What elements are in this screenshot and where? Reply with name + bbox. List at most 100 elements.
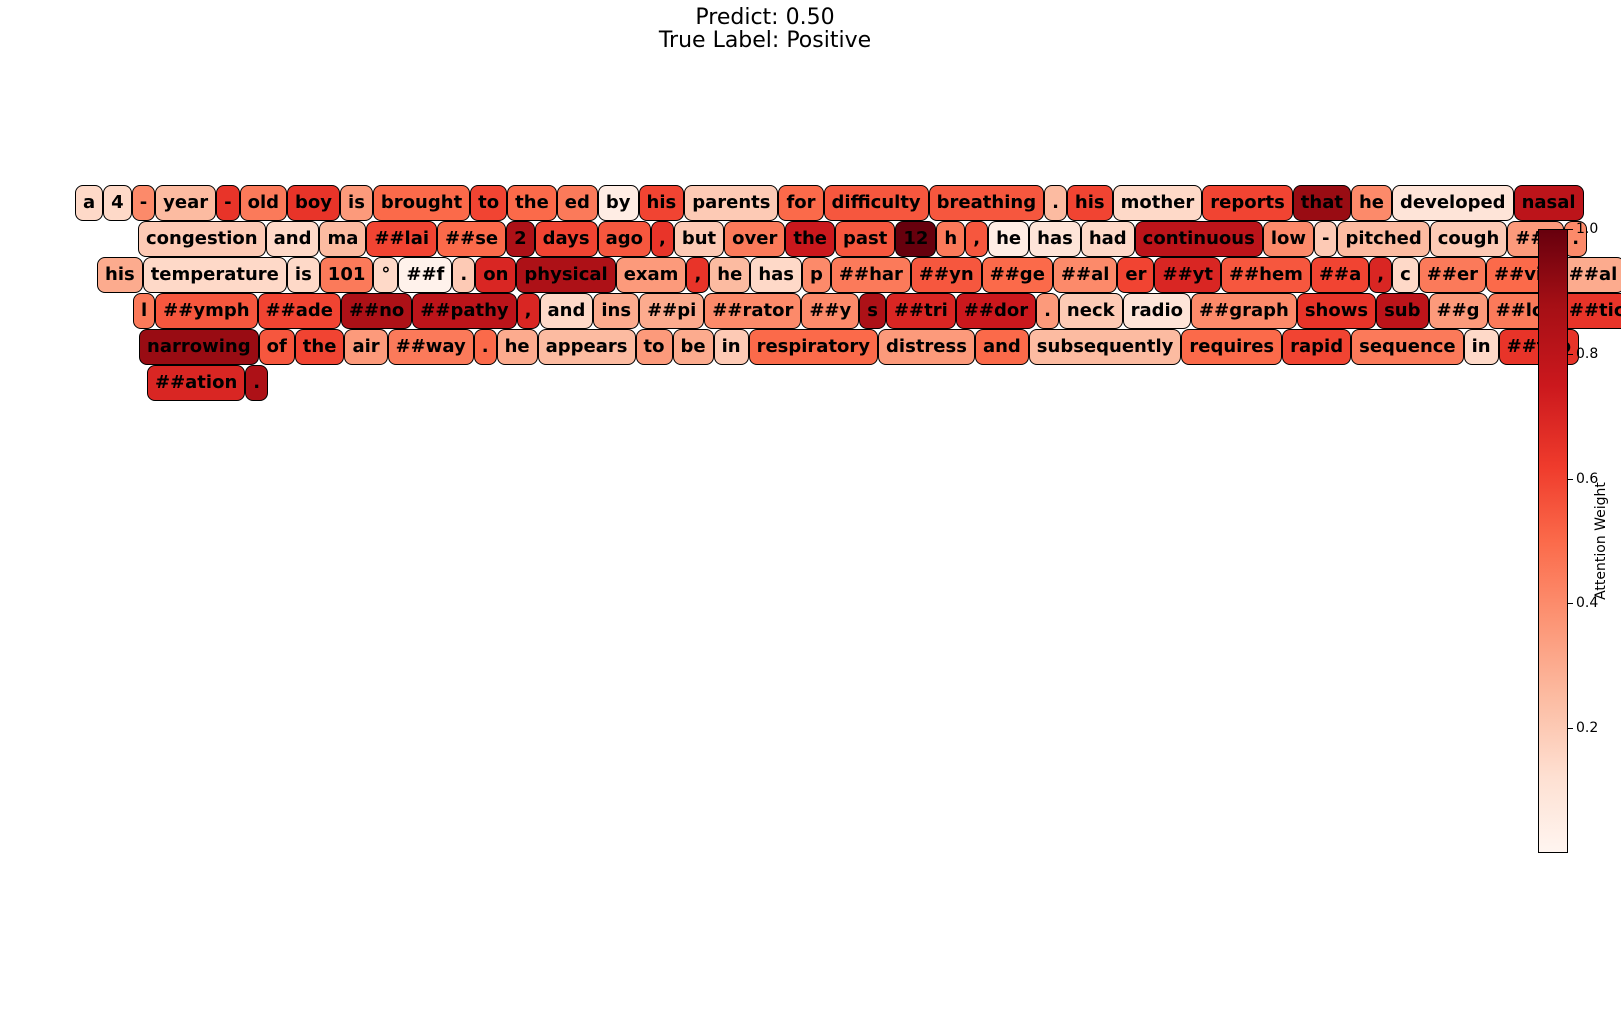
attention-token: p bbox=[802, 257, 831, 293]
attention-token: ##hem bbox=[1221, 257, 1311, 293]
attention-token: exam bbox=[615, 257, 687, 293]
attention-token: to bbox=[635, 329, 673, 365]
attention-token: be bbox=[672, 329, 714, 365]
colorbar-tick bbox=[1568, 353, 1573, 355]
token-line: narrowing of the air ##way. he appears to be in re… bbox=[139, 329, 1580, 365]
attention-token: temperature bbox=[142, 257, 287, 293]
attention-token: , bbox=[1369, 257, 1393, 293]
attention-token: sequence bbox=[1351, 329, 1464, 365]
attention-token: ins bbox=[593, 293, 640, 329]
attention-token: physical bbox=[516, 257, 616, 293]
attention-token: the bbox=[785, 221, 835, 257]
attention-token: ##har bbox=[830, 257, 911, 293]
attention-token: 12 bbox=[895, 221, 937, 257]
attention-token: but bbox=[673, 221, 725, 257]
attention-token: breathing bbox=[928, 185, 1045, 221]
attention-token: s bbox=[859, 293, 886, 329]
attention-token: ma bbox=[319, 221, 367, 257]
attention-token: cough bbox=[1429, 221, 1508, 257]
attention-token: for bbox=[778, 185, 824, 221]
attention-token: ° bbox=[373, 257, 399, 293]
attention-token: ##al bbox=[1052, 257, 1118, 293]
attention-token: requires bbox=[1181, 329, 1283, 365]
chart-title-true-label: True Label: Positive bbox=[658, 28, 872, 53]
colorbar-tick bbox=[1568, 478, 1573, 480]
attention-token: , bbox=[516, 293, 540, 329]
attention-token: neck bbox=[1058, 293, 1123, 329]
attention-token: ##y bbox=[801, 293, 860, 329]
attention-token: boy bbox=[287, 185, 341, 221]
attention-token: air bbox=[344, 329, 388, 365]
attention-token: ##dor bbox=[955, 293, 1037, 329]
attention-token: . bbox=[1036, 293, 1059, 329]
attention-token: and bbox=[539, 293, 594, 329]
attention-token: to bbox=[470, 185, 508, 221]
attention-token: low bbox=[1262, 221, 1314, 257]
attention-token: congestion bbox=[138, 221, 266, 257]
attention-token: ##pathy bbox=[412, 293, 517, 329]
attention-token: and bbox=[265, 221, 320, 257]
colorbar-gradient bbox=[1538, 229, 1568, 853]
attention-token: pitched bbox=[1337, 221, 1430, 257]
attention-token: a bbox=[75, 185, 104, 221]
attention-token: ##pi bbox=[639, 293, 705, 329]
attention-token: respiratory bbox=[748, 329, 879, 365]
attention-token: ##al bbox=[1560, 257, 1621, 293]
attention-token: , bbox=[686, 257, 710, 293]
token-line: congestion and ma ##lai ##se 2 days ago, but over… bbox=[138, 221, 1588, 257]
attention-token: he bbox=[496, 329, 538, 365]
attention-token: ##se bbox=[437, 221, 507, 257]
attention-token: ##yt bbox=[1154, 257, 1221, 293]
colorbar-tick bbox=[1568, 229, 1573, 230]
attention-token: . bbox=[1044, 185, 1067, 221]
attention-token: 101 bbox=[319, 257, 374, 293]
attention-token: er bbox=[1117, 257, 1155, 293]
chart-title-predict: Predict: 0.50 bbox=[695, 5, 835, 30]
attention-token: parents bbox=[684, 185, 779, 221]
attention-token: over bbox=[724, 221, 786, 257]
attention-token: ##g bbox=[1428, 293, 1488, 329]
attention-token: ##ation bbox=[147, 365, 246, 401]
attention-token: shows bbox=[1296, 293, 1377, 329]
attention-token: has bbox=[1029, 221, 1081, 257]
attention-token: his bbox=[1066, 185, 1113, 221]
attention-token: ##rator bbox=[704, 293, 802, 329]
attention-token: days bbox=[534, 221, 598, 257]
attention-token: - bbox=[131, 185, 156, 221]
attention-token: has bbox=[750, 257, 803, 293]
attention-token: ##a bbox=[1310, 257, 1370, 293]
colorbar-tick-label: 0.8 bbox=[1576, 345, 1599, 362]
attention-token: ##way bbox=[387, 329, 474, 365]
attention-token: subsequently bbox=[1028, 329, 1182, 365]
attention-token: ago bbox=[597, 221, 652, 257]
attention-token: on bbox=[475, 257, 517, 293]
colorbar bbox=[1538, 229, 1568, 853]
attention-token: , bbox=[651, 221, 674, 257]
attention-token: . bbox=[245, 365, 269, 401]
token-line: ##ation. bbox=[147, 365, 269, 401]
attention-token: ##ge bbox=[981, 257, 1053, 293]
attention-token: - bbox=[1314, 221, 1338, 257]
attention-token: c bbox=[1392, 257, 1419, 293]
attention-token: he bbox=[1350, 185, 1392, 221]
attention-token: is bbox=[340, 185, 373, 221]
attention-token: h bbox=[936, 221, 966, 257]
attention-token: . bbox=[473, 329, 497, 365]
attention-token: , bbox=[965, 221, 989, 257]
attention-token: ed bbox=[556, 185, 598, 221]
attention-token: ##ade bbox=[257, 293, 341, 329]
attention-token: his bbox=[638, 185, 685, 221]
attention-token: ##no bbox=[340, 293, 413, 329]
attention-token: continuous bbox=[1134, 221, 1263, 257]
attention-token: the bbox=[507, 185, 557, 221]
token-line: his temperature is 101 ° ##f. on physical exam, h… bbox=[97, 257, 1621, 293]
attention-token: he bbox=[988, 221, 1030, 257]
attention-token: developed bbox=[1392, 185, 1514, 221]
token-line: l ##ymph ##ade ##no ##pathy, and ins ##pi ##rato… bbox=[133, 293, 1621, 329]
attention-token: he bbox=[709, 257, 751, 293]
attention-token: nasal bbox=[1513, 185, 1584, 221]
attention-token: - bbox=[216, 185, 240, 221]
colorbar-tick-label: 1.0 bbox=[1576, 221, 1599, 237]
attention-token: year bbox=[155, 185, 217, 221]
attention-token: had bbox=[1080, 221, 1135, 257]
